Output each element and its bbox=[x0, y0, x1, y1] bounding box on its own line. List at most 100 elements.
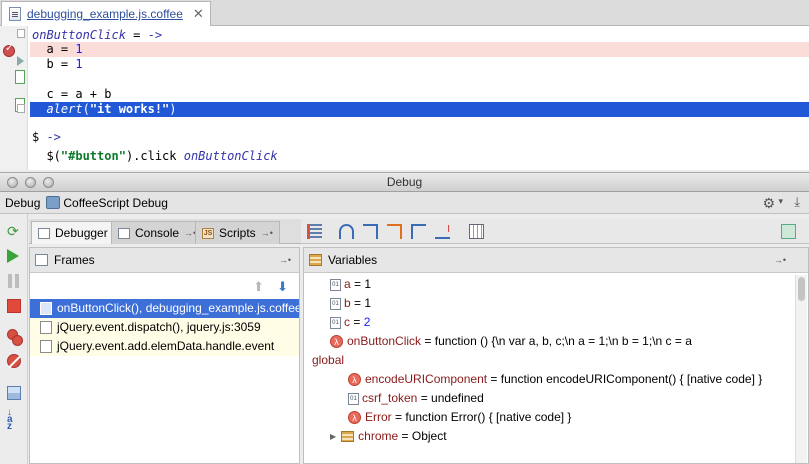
run-to-cursor-icon[interactable]: I bbox=[435, 224, 450, 239]
variable-row[interactable]: 01 c = 2 bbox=[304, 313, 808, 332]
pin-panel-icon[interactable]: →• bbox=[279, 255, 291, 265]
variable-row[interactable]: λ encodeURIComponent = function encodeURI… bbox=[304, 370, 808, 389]
tab-console[interactable]: Console →• bbox=[111, 221, 204, 244]
code-line[interactable]: $ -> bbox=[30, 130, 809, 145]
previous-frame-icon[interactable]: ⬆ bbox=[253, 279, 264, 295]
pin-panel-icon[interactable]: →• bbox=[774, 255, 786, 265]
variable-row[interactable]: λ onButtonClick = function () {\n var a, … bbox=[304, 332, 808, 351]
code-token: 1 bbox=[75, 42, 83, 56]
frames-navigation: ⬆ ⬇ bbox=[30, 273, 299, 299]
object-icon bbox=[341, 431, 355, 442]
code-line[interactable]: alert("it works!") bbox=[30, 102, 809, 117]
variables-panel: Variables →• 01 a = 1 01 b = 1 01 c = 2 λ onBut… bbox=[303, 247, 809, 464]
code-token: -> bbox=[46, 130, 61, 144]
execution-point-icon bbox=[17, 56, 24, 66]
step-into-icon[interactable] bbox=[363, 224, 378, 239]
mute-breakpoints-icon[interactable] bbox=[7, 354, 21, 368]
code-line[interactable]: c = a + b bbox=[30, 87, 809, 102]
gear-icon[interactable]: ⚙ bbox=[762, 195, 775, 212]
pin-tab-icon[interactable]: →• bbox=[261, 228, 273, 238]
window-minimize-button[interactable] bbox=[25, 177, 36, 188]
view-breakpoints-icon[interactable] bbox=[7, 329, 23, 346]
variable-row[interactable]: 01 b = 1 bbox=[304, 294, 808, 313]
fold-marker-icon[interactable] bbox=[17, 29, 25, 38]
variable-value: 1 bbox=[364, 277, 372, 291]
window-close-button[interactable] bbox=[7, 177, 18, 188]
editor-gutter[interactable] bbox=[0, 26, 28, 170]
evaluate-expression-icon[interactable] bbox=[469, 224, 484, 239]
variable-value: 1 bbox=[364, 296, 372, 310]
code-token: onButtonClick bbox=[32, 28, 126, 42]
step-out-icon[interactable] bbox=[411, 224, 426, 239]
next-frame-icon[interactable]: ⬇ bbox=[277, 279, 288, 295]
frame-item[interactable]: jQuery.event.dispatch(), jquery.js:3059 bbox=[30, 318, 299, 337]
frame-label: onButtonClick(), debugging_example.js.co… bbox=[57, 301, 299, 315]
restore-watches-icon[interactable] bbox=[781, 224, 796, 239]
tab-label: Scripts bbox=[219, 226, 256, 240]
variable-row[interactable]: 01 csrf_token = undefined bbox=[304, 389, 808, 408]
variable-value: 2 bbox=[363, 315, 371, 329]
code-token: 1 bbox=[75, 57, 83, 71]
frame-item[interactable]: onButtonClick(), debugging_example.js.co… bbox=[30, 299, 299, 318]
code-editor[interactable]: onButtonClick = -> a = 1 b = 1 c = a + b… bbox=[0, 26, 809, 170]
scrollbar-thumb[interactable] bbox=[798, 277, 805, 301]
expand-icon[interactable]: ▶ bbox=[330, 427, 336, 446]
coverage-marker-icon bbox=[15, 70, 25, 84]
tab-debugger[interactable]: Debugger bbox=[31, 221, 115, 244]
step-over-icon[interactable] bbox=[339, 224, 354, 239]
stop-icon[interactable] bbox=[7, 299, 21, 313]
stack-frame-icon bbox=[40, 340, 52, 353]
force-step-into-icon[interactable] bbox=[387, 224, 402, 239]
window-zoom-button[interactable] bbox=[43, 177, 54, 188]
breakpoint-icon[interactable] bbox=[3, 43, 15, 57]
code-token: a = bbox=[32, 42, 76, 56]
rerun-icon[interactable]: ⟳ bbox=[7, 224, 21, 238]
scripts-icon: JS bbox=[202, 227, 214, 239]
code-token: b = bbox=[32, 57, 76, 71]
show-execution-point-icon[interactable] bbox=[307, 224, 322, 239]
variable-tree[interactable]: 01 a = 1 01 b = 1 01 c = 2 λ onButtonClick = fu… bbox=[304, 273, 808, 446]
stack-frame-icon bbox=[40, 302, 52, 315]
debugger-icon bbox=[38, 227, 50, 239]
variable-row[interactable]: 01 a = 1 bbox=[304, 275, 808, 294]
variable-row[interactable]: λ Error = function Error() { [native code… bbox=[304, 408, 808, 427]
fold-marker-icon[interactable] bbox=[17, 104, 25, 113]
variable-value: function Error() { [native code] } bbox=[405, 410, 572, 424]
code-line[interactable]: $("#button").click onButtonClick bbox=[30, 149, 809, 164]
editor-tab-debugging-example[interactable]: debugging_example.js.coffee ✕ bbox=[1, 1, 211, 26]
code-token: $ bbox=[32, 130, 47, 144]
code-line[interactable]: b = 1 bbox=[30, 57, 809, 72]
code-token: ( bbox=[82, 102, 90, 116]
variable-row[interactable]: ▶ chrome = Object bbox=[304, 427, 808, 446]
run-config-name[interactable]: CoffeeScript Debug bbox=[63, 196, 168, 210]
code-line[interactable]: a = 1 bbox=[30, 42, 809, 57]
equals-sign: = bbox=[350, 277, 365, 291]
variables-scrollbar[interactable] bbox=[795, 275, 807, 463]
code-token: "#button" bbox=[60, 149, 126, 163]
frames-icon bbox=[35, 254, 48, 266]
equals-sign: = bbox=[487, 372, 501, 386]
function-icon: λ bbox=[330, 335, 343, 348]
restore-layout-icon[interactable] bbox=[7, 386, 21, 400]
debugger-tabs: Debugger Console →• JS Scripts →• bbox=[29, 219, 301, 244]
code-token: "it works!" bbox=[89, 102, 170, 116]
code-token: onButtonClick bbox=[183, 149, 278, 163]
variable-value: Object bbox=[411, 429, 447, 443]
variable-group[interactable]: global bbox=[304, 351, 808, 370]
variable-name: b bbox=[344, 296, 351, 310]
chevron-down-icon[interactable]: ▾ bbox=[778, 196, 783, 207]
equals-sign: = bbox=[398, 429, 412, 443]
variable-name: a bbox=[344, 277, 351, 291]
code-line[interactable]: onButtonClick = -> bbox=[30, 28, 809, 43]
resume-icon[interactable] bbox=[7, 249, 19, 263]
sort-alphabetically-icon[interactable]: ↓ a z bbox=[7, 408, 21, 432]
frame-item[interactable]: jQuery.event.add.elemData.handle.event bbox=[30, 337, 299, 356]
editor-tab-bar: debugging_example.js.coffee ✕ bbox=[0, 0, 809, 26]
close-tab-icon[interactable]: ✕ bbox=[193, 6, 204, 22]
tab-scripts[interactable]: JS Scripts →• bbox=[195, 221, 280, 244]
debug-side-toolbar: ⟳ ↓ a z bbox=[0, 214, 28, 464]
variables-header: Variables →• bbox=[304, 248, 808, 273]
code-token: ).click bbox=[125, 149, 184, 163]
pause-icon[interactable] bbox=[7, 274, 21, 288]
hide-panel-icon[interactable]: ⤓ bbox=[794, 194, 800, 210]
